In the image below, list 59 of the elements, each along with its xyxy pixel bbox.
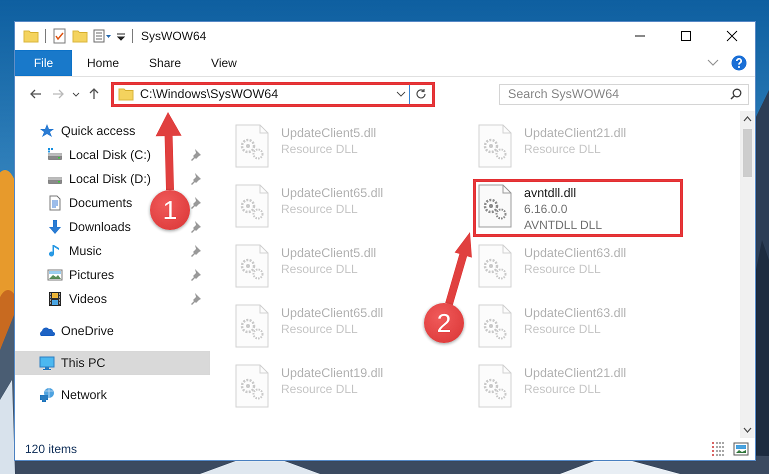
drive-icon: [47, 147, 63, 163]
scrollbar-thumb[interactable]: [743, 129, 752, 177]
chevron-down-icon: [743, 427, 752, 433]
properties-icon[interactable]: [93, 28, 111, 44]
close-icon: [726, 30, 738, 42]
file-name[interactable]: avntdll.dll: [524, 186, 602, 200]
search-box[interactable]: Search SysWOW64: [499, 84, 749, 104]
sidebar-item[interactable]: Pictures: [45, 264, 116, 286]
checklist-icon[interactable]: [52, 28, 67, 44]
left-arrow-icon: [30, 88, 42, 100]
file-menu-button[interactable]: File: [15, 50, 72, 76]
file-detail: 6.16.0.0: [524, 202, 568, 216]
sidebar-item[interactable]: Videos: [45, 288, 109, 310]
ribbon-tab[interactable]: Home: [72, 50, 134, 76]
star-icon: [39, 123, 55, 139]
network-icon: [39, 387, 55, 403]
maximize-icon: [680, 30, 692, 42]
folder-icon: [118, 86, 134, 102]
monitor-icon: [39, 355, 55, 371]
sidebar-item[interactable]: Local Disk (C:): [45, 144, 153, 166]
picture-icon: [47, 267, 63, 283]
pin-icon[interactable]: [190, 148, 202, 162]
sidebar-item[interactable]: Network: [37, 384, 109, 406]
pin-icon[interactable]: [190, 220, 202, 234]
search-field[interactable]: Search SysWOW64: [508, 87, 730, 101]
search-icon[interactable]: [730, 88, 742, 100]
pin-icon[interactable]: [190, 244, 202, 258]
gear-file-icon[interactable]: [478, 184, 512, 228]
ribbon-tab[interactable]: Share: [134, 50, 196, 76]
details-view-icon[interactable]: [711, 441, 727, 457]
film-icon: [47, 291, 63, 307]
pin-icon[interactable]: [190, 292, 202, 306]
sidebar-item[interactable]: Music: [45, 240, 104, 262]
sidebar-item[interactable]: OneDrive: [37, 320, 116, 342]
chevron-down-icon: [396, 89, 406, 99]
folder-icon[interactable]: [72, 28, 88, 44]
sidebar-item[interactable]: Documents: [45, 192, 134, 214]
up-arrow-icon: [88, 88, 100, 100]
scrollbar[interactable]: [740, 111, 755, 438]
pin-icon[interactable]: [190, 172, 202, 186]
window-title: SysWOW64: [141, 29, 208, 43]
download-arrow-icon: [47, 219, 63, 235]
folder-icon: [23, 28, 39, 44]
pin-icon[interactable]: [190, 196, 202, 210]
sidebar-item[interactable]: This PC: [37, 352, 108, 374]
ribbon-tab[interactable]: View: [196, 50, 252, 76]
right-arrow-icon: [52, 88, 64, 100]
address-field[interactable]: C:\Windows\SysWOW64: [111, 82, 435, 106]
large-icons-view-icon[interactable]: [733, 441, 749, 457]
item-count: 120 items: [25, 442, 78, 456]
sidebar-item[interactable]: Downloads: [45, 216, 133, 238]
chevron-up-icon: [743, 116, 752, 122]
document-icon: [47, 195, 63, 211]
refresh-icon: [415, 88, 427, 100]
file-detail: AVNTDLL DLL: [524, 218, 602, 232]
help-icon[interactable]: [731, 55, 747, 71]
pin-icon[interactable]: [190, 268, 202, 282]
sidebar-item[interactable]: Quick access: [37, 120, 138, 142]
sidebar-item[interactable]: Local Disk (D:): [45, 168, 153, 190]
